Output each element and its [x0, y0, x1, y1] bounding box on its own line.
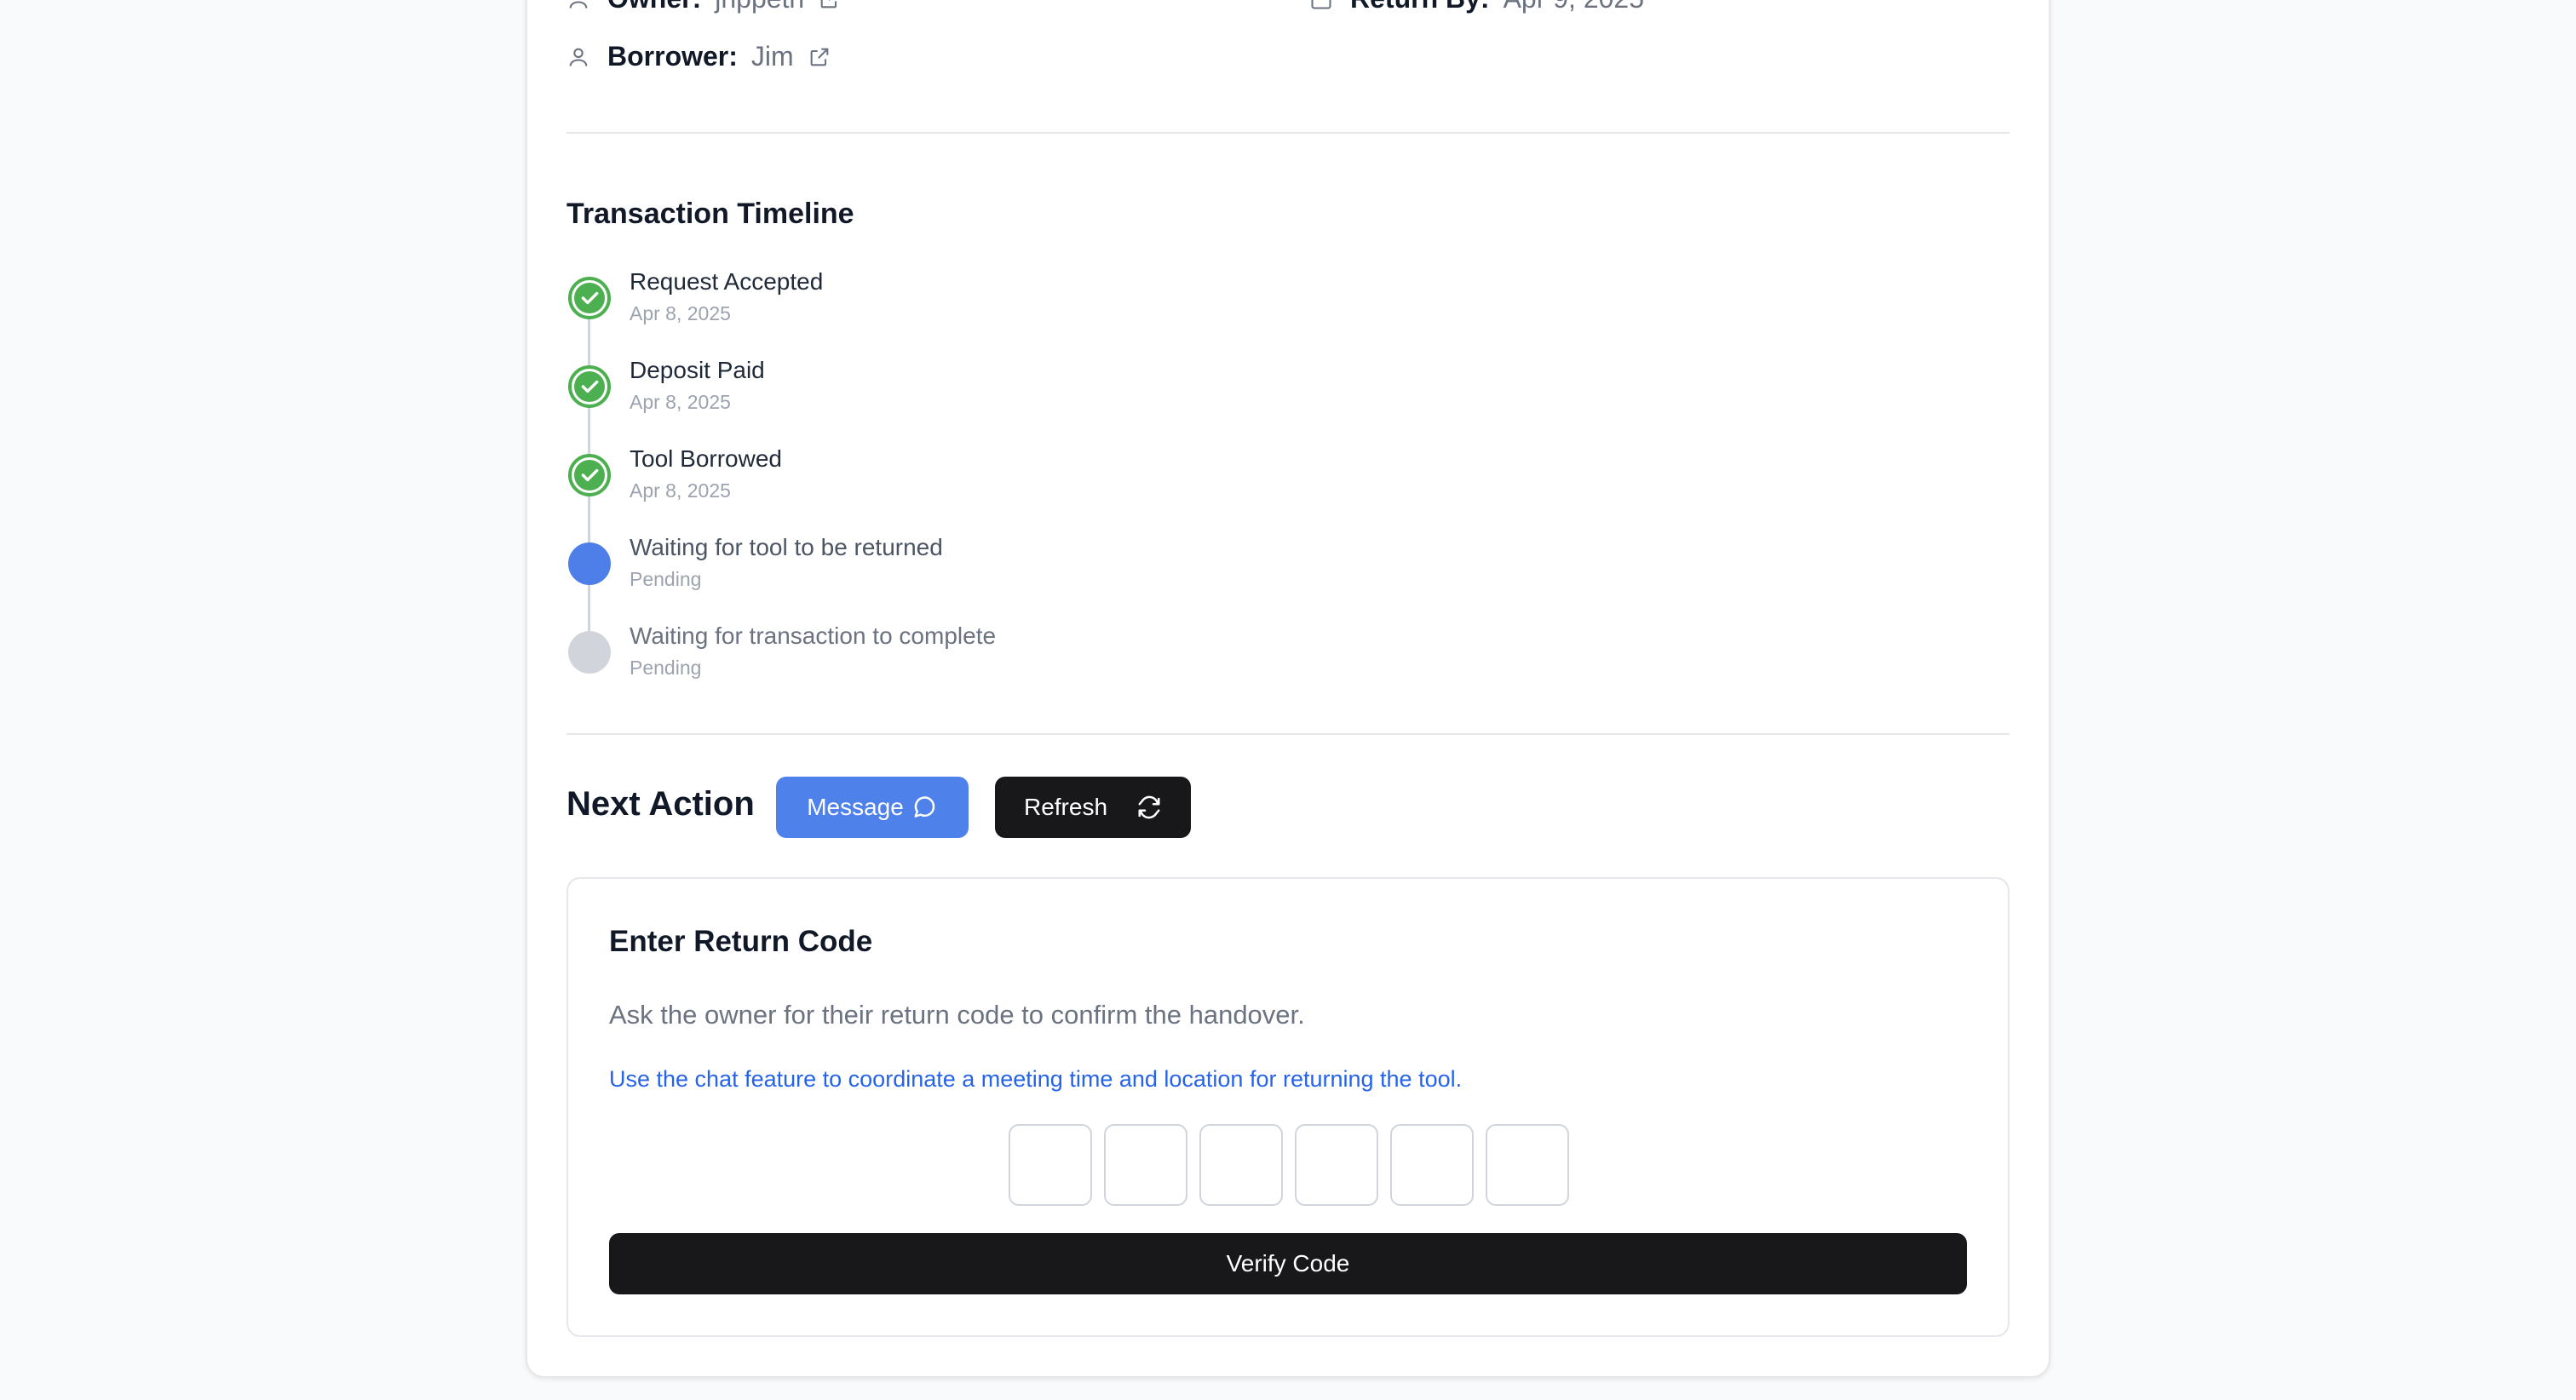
- timeline-connector: [588, 405, 590, 454]
- timeline-step-date: Apr 8, 2025: [630, 302, 731, 324]
- owner-row: Owner: jnppeth: [566, 0, 842, 14]
- borrower-label: Borrower:: [607, 41, 738, 72]
- step-complete-marker: [568, 277, 611, 319]
- refresh-button[interactable]: Refresh: [995, 777, 1191, 838]
- step-complete-marker: [568, 454, 611, 496]
- refresh-button-label: Refresh: [1023, 794, 1108, 820]
- return-by-label: Return By:: [1350, 0, 1490, 14]
- timeline-step-title: Request Accepted: [630, 268, 824, 295]
- code-digit-input[interactable]: [1199, 1124, 1283, 1206]
- check-icon: [581, 468, 599, 482]
- timeline-step-title: Waiting for transaction to complete: [630, 623, 997, 649]
- code-digit-input[interactable]: [1104, 1124, 1187, 1206]
- borrower-row: Borrower: Jim: [566, 41, 831, 72]
- owner-value: jnppeth: [715, 0, 804, 14]
- step-upcoming-marker: [568, 631, 611, 674]
- borrower-value: Jim: [750, 41, 794, 72]
- divider: [566, 733, 2010, 735]
- timeline-step-date: Apr 8, 2025: [630, 479, 731, 502]
- return-by-value: Apr 9, 2025: [1504, 0, 1644, 14]
- divider: [566, 132, 2010, 134]
- timeline-step-title: Deposit Paid: [630, 357, 765, 383]
- timeline-step-title: Tool Borrowed: [630, 445, 782, 472]
- step-complete-marker: [568, 365, 611, 408]
- calendar-icon: [1311, 0, 1331, 9]
- timeline-connector: [588, 316, 590, 365]
- timeline-step-status: Pending: [630, 568, 702, 590]
- code-digit-input[interactable]: [1295, 1124, 1378, 1206]
- code-digit-input[interactable]: [1009, 1124, 1092, 1206]
- code-digit-input[interactable]: [1390, 1124, 1474, 1206]
- check-icon: [581, 380, 599, 393]
- message-button-label: Message: [807, 794, 904, 820]
- timeline-step-status: Pending: [630, 657, 702, 679]
- timeline-step-date: Apr 8, 2025: [630, 391, 731, 413]
- user-icon: [569, 0, 588, 9]
- message-button[interactable]: Message: [776, 777, 969, 838]
- check-icon: [581, 291, 599, 305]
- timeline-step-title: Waiting for tool to be returned: [630, 534, 943, 560]
- timeline-title: Transaction Timeline: [566, 198, 854, 230]
- refresh-icon: [1138, 795, 1160, 819]
- message-circle-icon: [914, 796, 935, 818]
- return-code-title: Enter Return Code: [609, 925, 873, 958]
- return-code-card: Enter Return Code Ask the owner for thei…: [566, 877, 2010, 1337]
- external-link-icon[interactable]: [808, 45, 831, 69]
- verify-code-button[interactable]: Verify Code: [609, 1233, 1967, 1294]
- verify-code-label: Verify Code: [1226, 1250, 1350, 1277]
- return-code-description: Ask the owner for their return code to c…: [609, 1000, 1305, 1030]
- return-code-hint: Use the chat feature to coordinate a mee…: [609, 1066, 1463, 1092]
- next-action-title: Next Action: [566, 785, 755, 823]
- return-by-row: Return By: Apr 9, 2025: [1309, 0, 1658, 14]
- owner-label: Owner:: [607, 0, 701, 14]
- user-icon: [569, 48, 588, 66]
- timeline-connector: [588, 493, 590, 542]
- code-digit-input[interactable]: [1486, 1124, 1569, 1206]
- timeline-connector: [588, 582, 590, 631]
- step-active-marker: [568, 542, 611, 585]
- external-link-icon[interactable]: [818, 0, 842, 11]
